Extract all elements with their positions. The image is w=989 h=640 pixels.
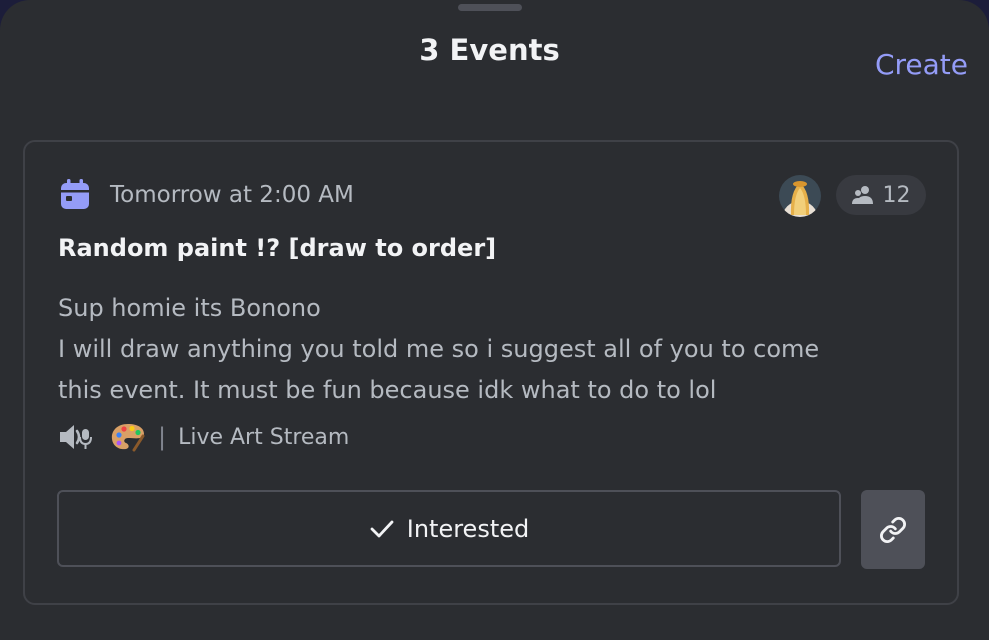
description-line: Sup homie its Bonono	[58, 294, 321, 322]
artist-palette-icon	[111, 424, 145, 452]
interested-count: 12	[882, 182, 911, 208]
create-button[interactable]: Create	[875, 48, 968, 81]
calendar-icon	[61, 179, 89, 209]
people-icon	[851, 186, 873, 204]
event-location: Live Art Stream	[178, 424, 350, 450]
interested-label: Interested	[406, 514, 530, 543]
copy-link-button[interactable]	[861, 490, 925, 569]
event-card[interactable]: Tomorrow at 2:00 AM 12 Random paint !? […	[23, 140, 959, 605]
link-icon	[880, 516, 906, 543]
location-separator: |	[158, 423, 167, 451]
event-title: Random paint !? [draw to order]	[58, 234, 497, 262]
interested-count-badge[interactable]: 12	[836, 175, 926, 215]
interested-button[interactable]: Interested	[57, 490, 841, 567]
event-date: Tomorrow at 2:00 AM	[110, 182, 354, 208]
check-icon	[370, 520, 394, 537]
event-date-row: Tomorrow at 2:00 AM	[58, 178, 354, 212]
events-sheet: 3 Events Create Tomorrow at 2:00 AM 12 R…	[0, 0, 989, 640]
description-line: this event. It must be fun because idk w…	[58, 376, 717, 404]
drag-handle[interactable]	[458, 4, 522, 11]
sheet-title: 3 Events	[419, 33, 560, 67]
event-description: Sup homie its Bonono I will draw anythin…	[58, 288, 928, 411]
event-location-row: | Live Art Stream	[58, 421, 349, 453]
description-line: I will draw anything you told me so i su…	[58, 335, 820, 363]
stage-channel-icon	[60, 425, 92, 449]
avatar[interactable]	[779, 175, 821, 217]
